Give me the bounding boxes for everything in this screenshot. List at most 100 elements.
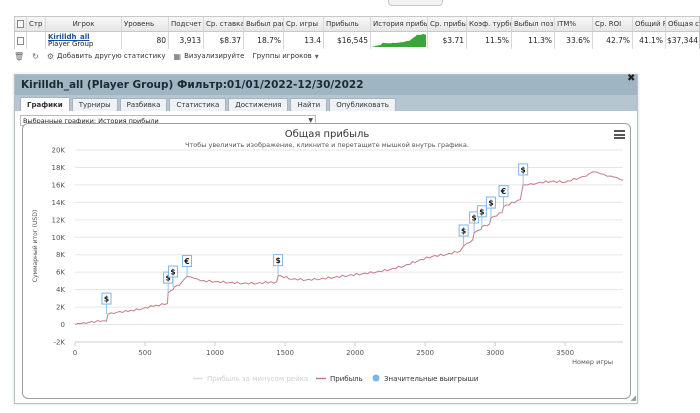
trash-icon[interactable]: 🗑 [14,52,24,61]
chart-subtitle: Чтобы увеличить изображение, кликните и … [185,141,469,149]
y-tick-label: -2K [53,339,65,347]
add-stats-icon: ⚙ [46,51,55,61]
stat-cell: $3.71 [428,32,467,49]
big-win-label: € [500,187,506,196]
big-win-label: $ [472,213,477,222]
stat-cell: 41.1% [633,32,666,49]
big-win-label: $ [104,295,109,304]
tab-3[interactable]: Статистика [169,98,227,111]
column-header[interactable]: Прибыль [324,17,371,31]
country-cell [27,32,46,49]
column-header[interactable]: Ср. игры [284,17,324,31]
top-corner-tab [388,0,443,6]
stat-cell: $37,344 [666,32,700,49]
chart-menu-icon[interactable] [614,130,625,139]
x-tick-label: 2000 [346,349,364,357]
big-win-label: $ [275,256,280,265]
x-tick-label: 2500 [416,349,434,357]
column-header[interactable]: Ср. ROI [593,17,633,31]
x-tick-label: 1000 [206,349,224,357]
tab-5[interactable]: Найти [290,98,328,111]
big-win-label: $ [461,227,466,236]
column-header[interactable]: Общая ставк [666,17,700,31]
big-win-label: $ [488,199,493,208]
chart-svg[interactable]: Общая прибыльЧтобы увеличить изображение… [23,124,632,400]
stats-grid: Стр Игрок Уровень Подсчет Ср. ставка Выбыл ра… [14,16,700,49]
x-axis-label: Номер игры [572,358,613,366]
stat-cell: $8.37 [204,32,244,49]
chart-icon: ▦ [173,51,182,61]
x-tick-label: 1500 [276,349,294,357]
visualize-button[interactable]: ▦ Визуализируйте [174,52,245,61]
chart-title: Общая прибыль [285,129,370,140]
select-all-checkbox[interactable] [15,17,27,31]
add-stats-button[interactable]: ⚙ Добавить другую статистику [47,52,166,61]
big-win-label: € [183,257,189,266]
x-tick-label: 0 [73,349,77,357]
stat-cell: $16,545 [324,32,371,49]
y-tick-label: 20K [52,147,66,155]
series-line-profit [74,171,624,325]
refresh-icon[interactable]: ↻ [32,52,39,61]
stat-cell: 18.7% [244,32,284,49]
resize-handle-icon[interactable]: ◢ [631,394,636,402]
column-header[interactable]: Подсчет [169,17,204,31]
stat-cell: 33.6% [555,32,593,49]
y-tick-label: 6K [56,269,65,277]
y-tick-label: 4K [56,286,65,294]
x-tick-label: 3500 [556,349,574,357]
column-header[interactable]: История прибыл [371,17,428,31]
x-tick-label: 3000 [486,349,504,357]
legend-label: Значительные выигрыши [384,375,478,383]
column-header[interactable]: Ср. ставка [204,17,244,31]
big-win-label: $ [170,268,175,277]
grid-header: Стр Игрок Уровень Подсчет Ср. ставка Выбыл ра… [15,17,700,32]
legend-swatch-bigwins [372,374,380,382]
stat-cell: 11.3% [512,32,555,49]
column-header[interactable]: Ср. прибы [428,17,467,31]
y-tick-label: 0 [61,321,65,329]
tab-1[interactable]: Турниры [71,98,118,111]
column-header[interactable]: Выбыл поз [512,17,555,31]
stat-cell: 42.7% [593,32,633,49]
table-row[interactable]: Kirilldh_all Player Group 80 3,913 $8.37 18.7… [15,32,699,49]
tab-2[interactable]: Разбивка [119,98,168,111]
column-header[interactable]: Выбыл ран [244,17,284,31]
column-header[interactable]: Стр [27,17,46,31]
column-header[interactable]: Игрок [46,17,122,31]
y-tick-label: 16K [52,181,66,189]
y-tick-label: 8K [56,251,65,259]
close-icon[interactable]: ✖ [627,73,697,84]
y-tick-label: 18K [52,164,66,172]
profit-chart[interactable]: Общая прибыль Чтобы увеличить изображение… [22,123,631,399]
player-cell: Kirilldh_all Player Group [46,32,122,49]
tab-6[interactable]: Опубликовать [329,98,396,111]
dialog-title: Kirilldh_all (Player Group) Фильтр:01/01… [15,75,637,95]
x-tick-label: 500 [138,349,151,357]
player-group: Player Group [48,39,94,48]
grid-toolbar: 🗑 ↻ ⚙ Добавить другую статистику ▦ Визуа… [14,50,319,62]
stat-cell: 80 [122,32,169,49]
player-groups-dropdown[interactable]: Группы игроков ▾ [252,52,318,61]
big-win-label: $ [479,207,484,216]
tab-4[interactable]: Достижения [228,98,289,111]
y-tick-label: 12K [52,216,66,224]
y-tick-label: 10K [52,234,66,242]
stat-cell: 3,913 [169,32,204,49]
chevron-down-icon: ▾ [314,51,319,61]
dialog-tabs: Графики Турниры Разбивка Статистика Достижен… [15,95,637,111]
row-checkbox[interactable] [15,32,27,49]
big-win-label: $ [521,165,526,174]
stat-cell: 11.5% [467,32,512,49]
tab-0[interactable]: Графики [20,97,70,111]
column-header[interactable]: Коэф. турбс [467,17,512,31]
player-stats-dialog: Kirilldh_all (Player Group) Фильтр:01/01… [14,74,638,404]
y-tick-label: 2K [56,304,65,312]
profit-history-sparkline [371,32,428,49]
column-header[interactable]: Общий R [633,17,666,31]
y-tick-label: 14K [52,199,66,207]
column-header[interactable]: Уровень [122,17,169,31]
legend-label: Прибыль [330,375,363,383]
column-header[interactable]: ITM% [555,17,593,31]
stat-cell: 13.4 [284,32,324,49]
